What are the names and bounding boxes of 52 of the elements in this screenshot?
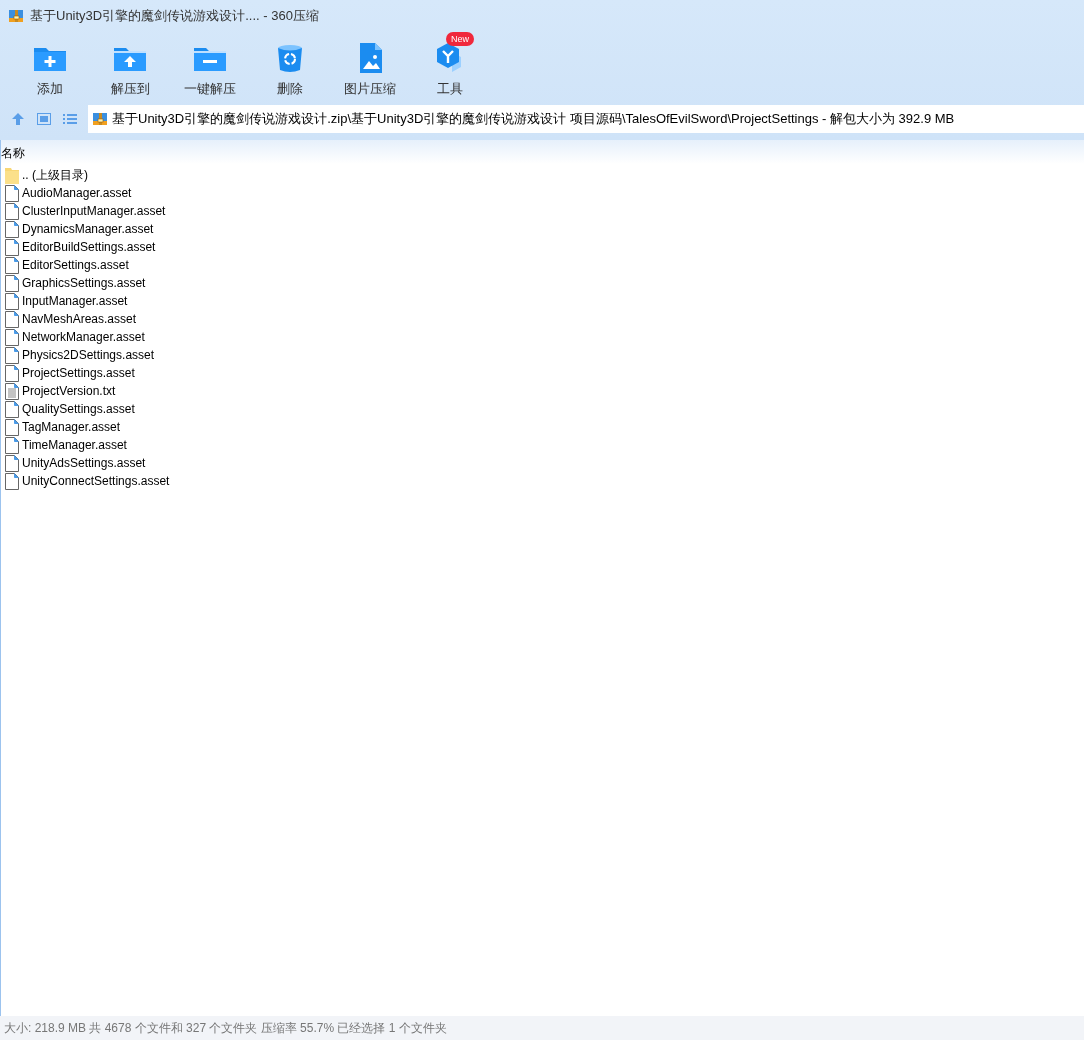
file-icon (5, 220, 19, 238)
window-title: 基于Unity3D引擎的魔剑传说游戏设计.... - 360压缩 (30, 7, 319, 25)
file-row[interactable]: NavMeshAreas.asset (1, 310, 1084, 328)
file-row[interactable]: Physics2DSettings.asset (1, 346, 1084, 364)
file-icon (5, 472, 19, 490)
toolbar-button[interactable]: 一键解压 (170, 32, 250, 98)
file-row[interactable]: NetworkManager.asset (1, 328, 1084, 346)
file-row[interactable]: .. (上级目录) (1, 166, 1084, 184)
list-view-icon[interactable] (62, 111, 78, 127)
file-row[interactable]: InputManager.asset (1, 292, 1084, 310)
file-row[interactable]: GraphicsSettings.asset (1, 274, 1084, 292)
address-bar[interactable]: 基于Unity3D引擎的魔剑传说游戏设计.zip\基于Unity3D引擎的魔剑传说游戏设计 项目源码\TalesOfEvilSword\ProjectSettings - 解包大小为 392.9 MB (88, 105, 1084, 133)
file-row[interactable]: DynamicsManager.asset (1, 220, 1084, 238)
archive-icon (92, 111, 108, 127)
file-icon (5, 328, 19, 346)
toolbar-button[interactable]: 图片压缩 (330, 32, 410, 98)
toolbar-button[interactable]: New 工具 (410, 32, 490, 98)
new-badge: New (446, 32, 474, 46)
file-row[interactable]: TagManager.asset (1, 418, 1084, 436)
file-row[interactable]: ProjectVersion.txt (1, 382, 1084, 400)
file-icon (5, 346, 19, 364)
folder-icon (5, 166, 19, 184)
file-row[interactable]: UnityConnectSettings.asset (1, 472, 1084, 490)
toolbar-button[interactable]: 添加 (10, 32, 90, 98)
file-icon (5, 364, 19, 382)
file-icon (5, 202, 19, 220)
status-bar: 大小: 218.9 MB 共 4678 个文件和 327 个文件夹 压缩率 55.7% 已经选择 1 个文件夹 (0, 1016, 1084, 1040)
file-row[interactable]: TimeManager.asset (1, 436, 1084, 454)
file-icon (5, 274, 19, 292)
toolbar-button[interactable]: 删除 (250, 32, 330, 98)
file-row[interactable]: AudioManager.asset (1, 184, 1084, 202)
file-icon (5, 418, 19, 436)
file-row[interactable]: ProjectSettings.asset (1, 364, 1084, 382)
text-file-icon (5, 382, 19, 400)
file-icon (5, 454, 19, 472)
file-row[interactable]: QualitySettings.asset (1, 400, 1084, 418)
file-icon (5, 310, 19, 328)
up-arrow-icon[interactable] (10, 111, 26, 127)
file-icon (5, 256, 19, 274)
file-row[interactable]: EditorBuildSettings.asset (1, 238, 1084, 256)
file-icon (5, 184, 19, 202)
file-icon (5, 436, 19, 454)
file-icon (5, 292, 19, 310)
file-row[interactable]: UnityAdsSettings.asset (1, 454, 1084, 472)
archive-icon (8, 8, 24, 24)
file-icon (5, 400, 19, 418)
column-header[interactable]: 名称 (1, 145, 25, 162)
file-icon (5, 238, 19, 256)
file-row[interactable]: EditorSettings.asset (1, 256, 1084, 274)
toolbar-button[interactable]: 解压到 (90, 32, 170, 98)
thumbnail-view-icon[interactable] (36, 111, 52, 127)
file-row[interactable]: ClusterInputManager.asset (1, 202, 1084, 220)
